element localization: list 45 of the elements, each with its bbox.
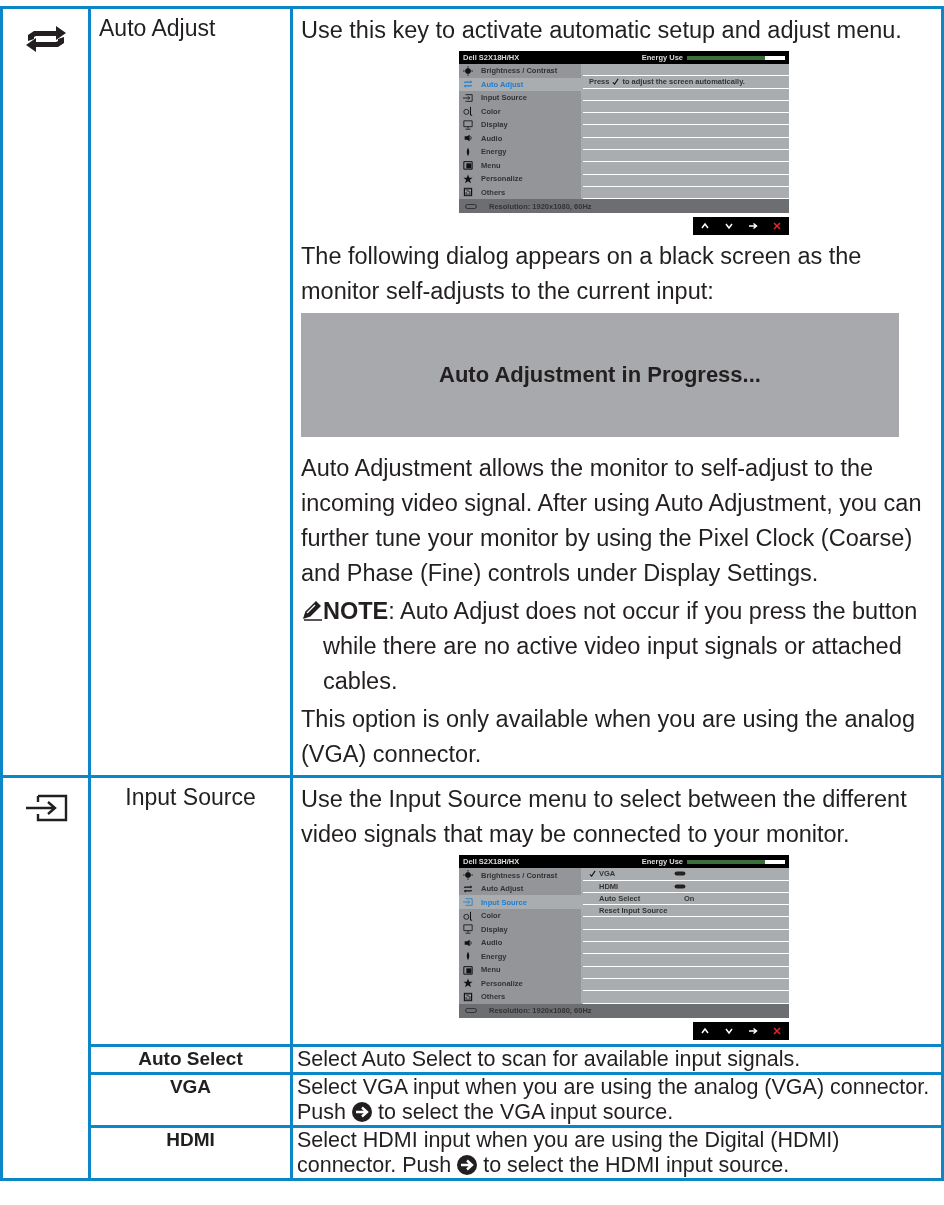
description-text: Use this key to activate automatic setup and adjust menu. [301, 16, 903, 45]
menu-icon [463, 160, 473, 171]
option-description: Select Auto Select to scan for available input signals. [297, 1046, 801, 1071]
note-text: NOTE: Auto Adjust does not occur if you press the button while there are no active video input signals or attached cables. [323, 597, 919, 697]
right-arrow-button-icon [352, 1101, 372, 1122]
right-arrow-icon[interactable] [748, 1025, 758, 1036]
menu-icon [463, 964, 473, 975]
checkmark-icon [589, 870, 596, 878]
row-title: Auto Adjust [99, 15, 216, 41]
connector-icon [674, 883, 686, 889]
speaker-icon [463, 133, 473, 144]
monitor-icon [463, 119, 473, 130]
close-icon[interactable] [772, 221, 782, 232]
right-arrow-icon[interactable] [748, 221, 758, 232]
description-text: Auto Adjustment allows the monitor to self-adjust to the incoming video signal. After using Auto Adjustment, you can further tune your monitor by using the Pixel Clock (Coarse) and Phase (Fine) controls under Display Settings. [301, 454, 923, 589]
right-arrow-button-icon [457, 1154, 478, 1175]
input-source-icon [23, 794, 68, 823]
down-icon[interactable] [724, 221, 734, 232]
dialog-message: Auto Adjustment in Progress... [439, 362, 761, 389]
option-label: VGA [169, 1075, 212, 1097]
connector-icon [465, 203, 477, 209]
pencil-icon [301, 599, 323, 622]
arrows-icon [463, 883, 473, 894]
up-icon[interactable] [700, 1025, 710, 1036]
description-text: The following dialog appears on a black screen as the monitor self-adjusts to the current input: [301, 242, 863, 307]
arrows-icon [463, 79, 473, 90]
option-label: HDMI [166, 1128, 215, 1150]
speaker-icon [463, 937, 473, 948]
close-icon[interactable] [772, 1025, 782, 1036]
monitor-icon [463, 924, 473, 934]
sun-icon [463, 65, 473, 76]
option-description: Select VGA input when you are using the analog (VGA) connector. Push to select the VGA input source. [297, 1074, 930, 1124]
input-icon [463, 92, 473, 103]
option-label: Auto Select [138, 1047, 243, 1069]
input-icon [463, 897, 473, 907]
description-text: Use the Input Source menu to select between the different video signals that may be connected to your monitor. [301, 785, 908, 850]
connector-icon [674, 871, 686, 877]
connector-icon [465, 1008, 477, 1014]
checkmark-icon [612, 78, 620, 86]
option-description: Select HDMI input when you are using the Digital (HDMI) connector. Push to select the HDMI input source. [297, 1127, 840, 1177]
row-title: Input Source [125, 784, 256, 811]
star-icon [463, 978, 473, 988]
sun-icon [463, 870, 473, 880]
description-text: This option is only available when you are using the analog (VGA) connector. [301, 705, 916, 770]
star-icon [463, 173, 473, 184]
